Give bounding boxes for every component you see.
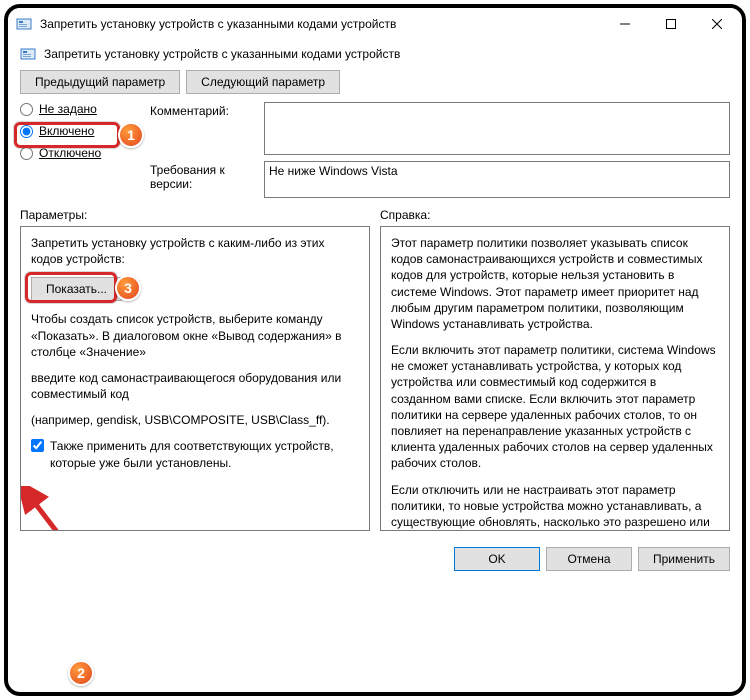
policy-icon <box>20 46 36 62</box>
params-p2: введите код самонастраивающегося оборудо… <box>31 370 359 402</box>
radio-disabled-label: Отключено <box>39 146 101 160</box>
dialog-footer: OK Отмена Применить <box>8 539 742 579</box>
annotation-badge-2: 2 <box>68 660 94 686</box>
radio-not-configured[interactable] <box>20 103 33 116</box>
requirements-label: Требования к версии: <box>150 161 254 198</box>
annotation-badge-1: 1 <box>118 122 144 148</box>
state-radio-group: Не задано Включено Отключено 1 <box>20 102 140 198</box>
requirements-textarea: Не ниже Windows Vista <box>264 161 730 198</box>
params-label: Параметры: <box>20 208 370 222</box>
help-p2: Если включить этот параметр политики, си… <box>391 342 719 472</box>
annotation-arrow-icon <box>20 486 67 531</box>
comment-textarea[interactable] <box>264 102 730 155</box>
help-label: Справка: <box>380 208 730 222</box>
close-button[interactable] <box>694 8 740 40</box>
help-panel: Этот параметр политики позволяет указыва… <box>380 226 730 531</box>
params-p1: Чтобы создать список устройств, выберите… <box>31 311 359 360</box>
next-setting-button[interactable]: Следующий параметр <box>186 70 340 94</box>
annotation-badge-3: 3 <box>115 275 141 301</box>
radio-disabled[interactable] <box>20 147 33 160</box>
params-panel: Запретить установку устройств с каким-ли… <box>20 226 370 531</box>
comment-label: Комментарий: <box>150 102 254 155</box>
policy-title: Запретить установку устройств с указанны… <box>44 47 400 61</box>
minimize-button[interactable] <box>602 8 648 40</box>
ok-button[interactable]: OK <box>454 547 540 571</box>
apply-button[interactable]: Применить <box>638 547 730 571</box>
radio-not-configured-label: Не задано <box>39 102 97 116</box>
maximize-button[interactable] <box>648 8 694 40</box>
params-p3: (например, gendisk, USB\COMPOSITE, USB\C… <box>31 412 359 428</box>
policy-header: Запретить установку устройств с указанны… <box>20 46 730 62</box>
help-p3: Если отключить или не настраивать этот п… <box>391 482 719 531</box>
annotation-highlight-1 <box>14 122 120 148</box>
apply-existing-checkbox[interactable] <box>31 439 44 452</box>
window-title: Запретить установку устройств с указанны… <box>40 17 602 31</box>
titlebar: Запретить установку устройств с указанны… <box>8 8 742 40</box>
apply-existing-label: Также применить для соответствующих устр… <box>50 438 359 470</box>
annotation-highlight-3 <box>25 272 117 303</box>
previous-setting-button[interactable]: Предыдущий параметр <box>20 70 180 94</box>
policy-icon <box>16 16 32 32</box>
cancel-button[interactable]: Отмена <box>546 547 632 571</box>
params-intro: Запретить установку устройств с каким-ли… <box>31 235 359 267</box>
help-p1: Этот параметр политики позволяет указыва… <box>391 235 719 332</box>
